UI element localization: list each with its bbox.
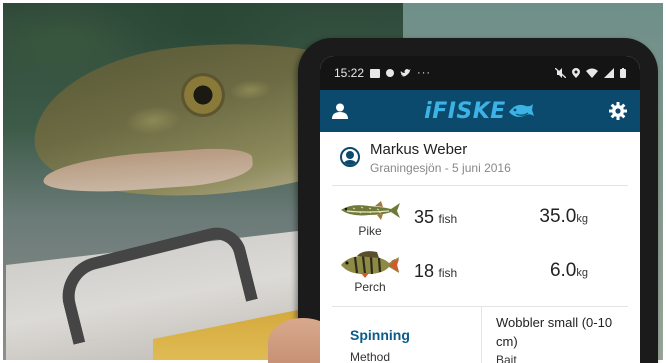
- battery-icon: [620, 68, 626, 78]
- location-icon: [572, 68, 580, 78]
- catch-row-pike: Pike 35 fish 35.0kg: [332, 190, 628, 244]
- profile-button[interactable]: [330, 101, 350, 121]
- app-logo: iFISKE: [424, 99, 534, 124]
- pike-eye: [181, 73, 225, 117]
- logo-text: iFISKE: [424, 98, 506, 124]
- perch-weight-unit: kg: [576, 267, 588, 279]
- method-cell: Spinning Method: [332, 307, 482, 363]
- twitter-notification-icon: [400, 68, 412, 77]
- pike-weight: 35.0: [539, 206, 577, 227]
- wifi-icon: [586, 68, 598, 78]
- perch-count: 18: [414, 260, 435, 281]
- overflow-notifications: ···: [417, 67, 432, 79]
- image-notification-icon: [370, 68, 381, 78]
- location-notification-icon: [386, 69, 395, 77]
- settings-button[interactable]: [608, 101, 628, 121]
- user-name: Markus Weber: [370, 141, 468, 158]
- location-date: Graningesjön - 5 juni 2016: [370, 161, 511, 175]
- pike-count-unit: fish: [438, 211, 458, 226]
- catch-report-card[interactable]: Markus Weber Graningesjön - 5 juni 2016 …: [320, 132, 640, 363]
- app-bar: iFISKE: [320, 90, 640, 132]
- perch-icon: [341, 250, 399, 278]
- user-row[interactable]: Markus Weber Graningesjön - 5 juni 2016: [332, 132, 628, 186]
- species-label-perch: Perch: [354, 279, 386, 294]
- method-value: Spinning: [350, 327, 410, 343]
- bait-label: Bait: [496, 353, 517, 363]
- bait-cell: Wobbler small (0-10 cm) Bait: [482, 307, 628, 363]
- status-time: 15:22: [334, 66, 365, 80]
- phone-screen: 15:22 ··· iFISKE Markus Weber Graningesj…: [320, 56, 640, 363]
- fish-logo-icon: [508, 104, 534, 117]
- method-label: Method: [350, 350, 391, 363]
- mute-icon: [555, 68, 566, 78]
- person-icon: [332, 103, 348, 119]
- species-label-pike: Pike: [358, 223, 382, 238]
- avatar-icon: [340, 147, 360, 167]
- bait-value: Wobbler small (0-10 cm): [496, 315, 613, 349]
- perch-count-unit: fish: [438, 265, 458, 280]
- catch-row-perch: Perch 18 fish 6.0kg: [332, 244, 628, 298]
- pike-icon: [341, 200, 400, 220]
- signal-icon: [604, 68, 614, 78]
- details-row: Spinning Method Wobbler small (0-10 cm) …: [332, 306, 628, 363]
- status-bar: 15:22 ···: [320, 56, 640, 90]
- perch-weight: 6.0: [549, 260, 577, 281]
- pike-weight-unit: kg: [576, 213, 588, 225]
- gear-icon: [609, 102, 627, 120]
- pike-count: 35: [414, 206, 435, 227]
